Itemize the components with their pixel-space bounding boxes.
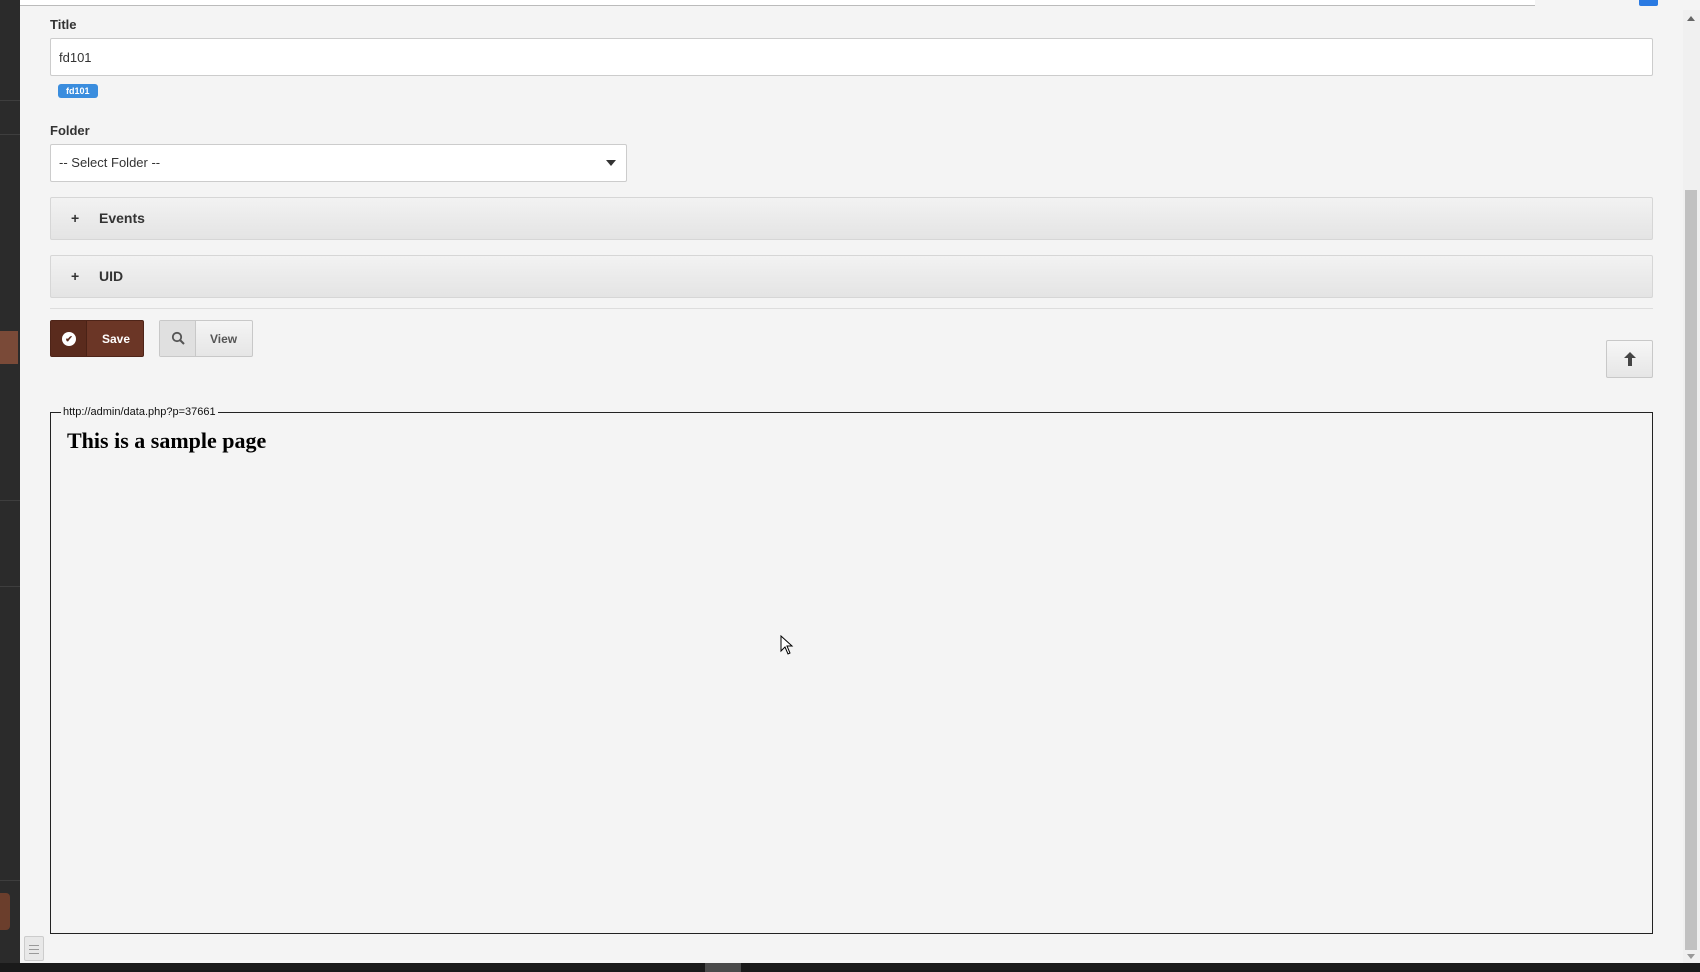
scrollbar-thumb[interactable] <box>1685 190 1697 950</box>
divider <box>50 308 1653 309</box>
view-button[interactable]: View <box>159 320 253 357</box>
preview-url: http://admin/data.php?p=37661 <box>63 406 216 418</box>
drag-handle[interactable] <box>24 936 44 961</box>
scroll-up-icon[interactable] <box>1687 16 1695 21</box>
caret-down-icon <box>606 160 616 166</box>
new-badge <box>1639 0 1658 6</box>
save-button[interactable]: ✔ Save <box>50 320 144 357</box>
taskbar-active-item[interactable] <box>705 963 741 972</box>
page-preview-frame: http://admin/data.php?p=37661 This is a … <box>50 406 1653 934</box>
scroll-to-top-button[interactable] <box>1606 340 1653 378</box>
events-panel-header[interactable]: + Events <box>50 197 1653 240</box>
title-label: Title <box>50 17 77 32</box>
save-button-label: Save <box>102 332 131 346</box>
scroll-down-icon[interactable] <box>1687 954 1695 959</box>
vertical-scrollbar[interactable] <box>1683 10 1700 963</box>
uid-panel-title: UID <box>99 268 124 284</box>
left-sidebar <box>0 0 20 963</box>
taskbar <box>0 963 1700 972</box>
search-icon <box>171 331 185 345</box>
events-panel-title: Events <box>99 210 145 226</box>
title-input[interactable] <box>50 38 1653 76</box>
preview-heading: This is a sample page <box>67 428 267 453</box>
folder-select[interactable]: -- Select Folder -- <box>50 144 627 182</box>
uid-panel-header[interactable]: + UID <box>50 255 1653 298</box>
folder-select-value: -- Select Folder -- <box>59 155 161 170</box>
expand-icon: + <box>71 210 80 226</box>
browser-top-bar <box>0 0 1535 6</box>
view-button-label: View <box>210 332 238 346</box>
mouse-cursor-icon <box>780 635 794 655</box>
title-tag-badge: fd101 <box>58 84 98 98</box>
arrow-up-icon <box>1624 352 1636 366</box>
expand-icon: + <box>71 268 80 284</box>
sidebar-bottom-item[interactable] <box>0 893 10 930</box>
check-circle-icon: ✔ <box>62 332 76 346</box>
folder-label: Folder <box>50 123 90 138</box>
sidebar-active-item[interactable] <box>0 331 18 364</box>
